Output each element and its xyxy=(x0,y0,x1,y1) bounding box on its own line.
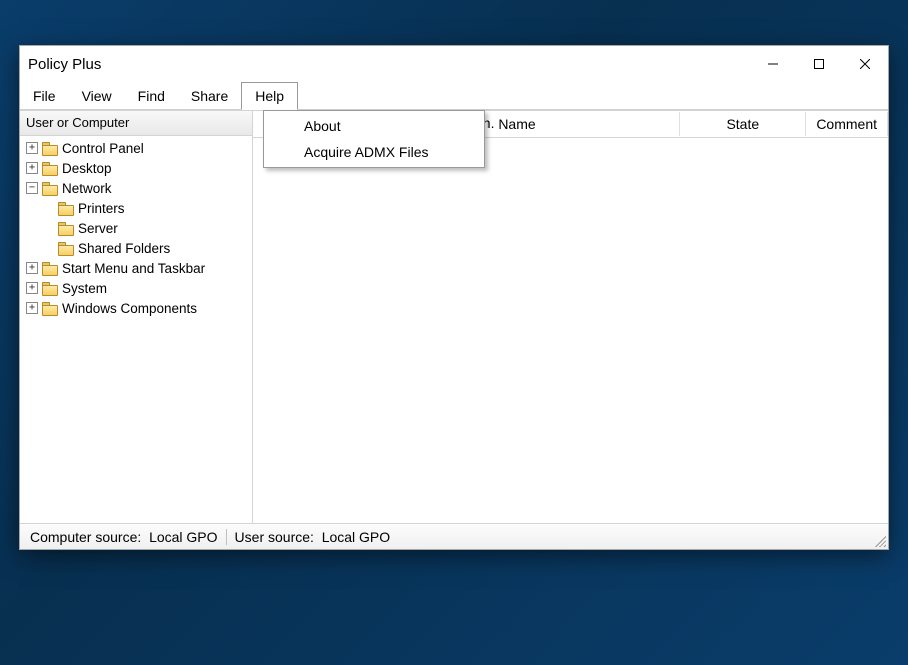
tree-node[interactable]: + Windows Components xyxy=(20,298,252,318)
tree-panel: User or Computer + Control Panel + Desktop −… xyxy=(20,111,253,523)
content-area: User or Computer + Control Panel + Desktop −… xyxy=(20,110,888,523)
folder-icon xyxy=(42,301,58,315)
tree-node[interactable]: Printers xyxy=(20,198,252,218)
minimize-button[interactable] xyxy=(750,46,796,82)
menu-file[interactable]: File xyxy=(20,82,69,109)
tree-node[interactable]: + Start Menu and Taskbar xyxy=(20,258,252,278)
column-state[interactable]: State xyxy=(680,112,806,136)
tree-node-label: Shared Folders xyxy=(78,241,170,256)
tree-node-label: Network xyxy=(62,181,112,196)
menu-view[interactable]: View xyxy=(69,82,125,109)
status-computer-source: Computer source: Local GPO xyxy=(24,529,224,545)
tree-node-label: Printers xyxy=(78,201,125,216)
window-title: Policy Plus xyxy=(20,56,750,73)
tree-node[interactable]: Shared Folders xyxy=(20,238,252,258)
tree-node[interactable]: + Control Panel xyxy=(20,138,252,158)
statusbar: Computer source: Local GPO User source: … xyxy=(20,523,888,549)
expand-icon[interactable]: + xyxy=(26,282,38,294)
maximize-button[interactable] xyxy=(796,46,842,82)
tree-node-label: Control Panel xyxy=(62,141,144,156)
tree-node[interactable]: − Network xyxy=(20,178,252,198)
folder-icon xyxy=(42,141,58,155)
tree-header[interactable]: User or Computer xyxy=(20,111,252,136)
help-about[interactable]: About xyxy=(266,113,482,139)
folder-icon xyxy=(42,181,58,195)
menu-share[interactable]: Share xyxy=(178,82,241,109)
tree-node-label: System xyxy=(62,281,107,296)
app-window: Policy Plus File View Find Share Help Ab… xyxy=(19,45,889,550)
menu-help[interactable]: Help xyxy=(241,82,298,110)
expand-icon[interactable]: + xyxy=(26,142,38,154)
folder-icon xyxy=(58,241,74,255)
list-panel: Name State Comment xyxy=(253,111,888,523)
status-user-source: User source: Local GPO xyxy=(229,529,397,545)
tree-node[interactable]: Server xyxy=(20,218,252,238)
tree-node-label: Desktop xyxy=(62,161,112,176)
menubar: File View Find Share Help xyxy=(20,82,888,110)
tree-node-label: Server xyxy=(78,221,118,236)
titlebar: Policy Plus xyxy=(20,46,888,82)
expand-icon[interactable]: + xyxy=(26,302,38,314)
menu-find[interactable]: Find xyxy=(125,82,178,109)
close-button[interactable] xyxy=(842,46,888,82)
tree-node-label: Windows Components xyxy=(62,301,197,316)
folder-icon xyxy=(42,161,58,175)
tree-node[interactable]: + Desktop xyxy=(20,158,252,178)
tree-view[interactable]: + Control Panel + Desktop − Network Printers Se… xyxy=(20,136,252,523)
list-body[interactable] xyxy=(253,138,888,523)
expand-icon[interactable]: + xyxy=(26,162,38,174)
resize-grip-icon[interactable] xyxy=(872,533,886,547)
help-acquire-admx[interactable]: Acquire ADMX Files xyxy=(266,139,482,165)
collapse-icon[interactable]: − xyxy=(26,182,38,194)
folder-icon xyxy=(42,281,58,295)
minimize-icon xyxy=(768,59,778,69)
help-dropdown: About Acquire ADMX Files xyxy=(263,110,485,168)
status-separator xyxy=(226,529,227,545)
column-comment[interactable]: Comment xyxy=(806,112,888,136)
folder-icon xyxy=(42,261,58,275)
column-name[interactable]: Name xyxy=(488,112,680,136)
maximize-icon xyxy=(814,59,824,69)
folder-icon xyxy=(58,221,74,235)
tree-node-label: Start Menu and Taskbar xyxy=(62,261,205,276)
expand-icon[interactable]: + xyxy=(26,262,38,274)
close-icon xyxy=(860,59,870,69)
folder-icon xyxy=(58,201,74,215)
tree-node[interactable]: + System xyxy=(20,278,252,298)
